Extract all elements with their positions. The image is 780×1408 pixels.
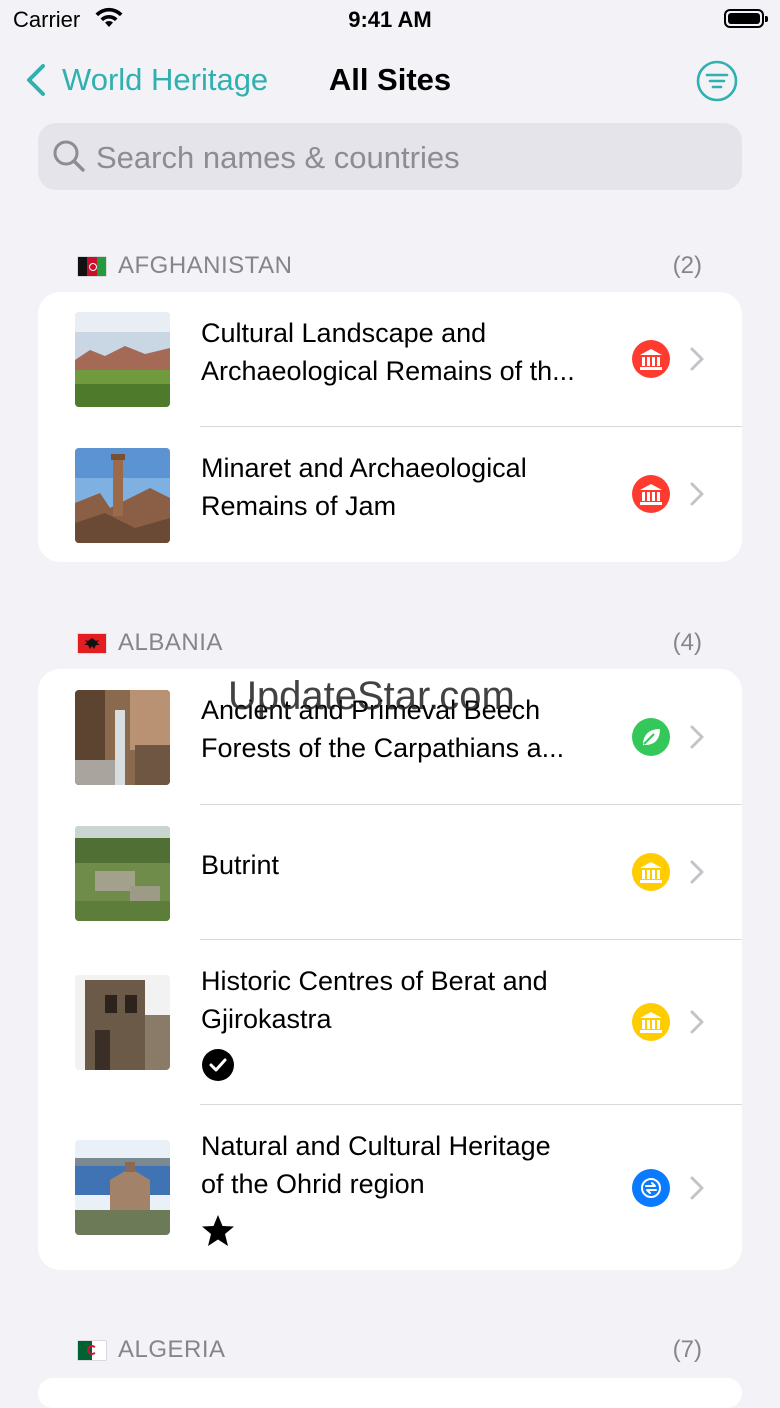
chevron-right-icon <box>690 482 704 506</box>
albania-flag-icon <box>78 633 106 653</box>
section-header-algeria: ALGERIA (7) <box>78 1335 702 1365</box>
section-country-name: ALBANIA <box>118 629 223 656</box>
site-row[interactable]: Natural and Cultural Heritage of the Ohr… <box>38 1105 742 1270</box>
site-row[interactable]: Ancient and Primeval Beech Forests of th… <box>38 669 742 805</box>
site-name: Cultural Landscape and Archaeological Re… <box>201 318 575 386</box>
algeria-flag-icon <box>78 1340 106 1360</box>
cultural-category-icon <box>632 1003 670 1041</box>
site-name: Butrint <box>201 850 280 880</box>
site-thumbnail <box>75 826 170 921</box>
status-bar: Carrier 9:41 AM <box>0 0 780 40</box>
filter-icon[interactable] <box>696 60 738 102</box>
site-name: Ancient and Primeval Beech Forests of th… <box>201 695 565 763</box>
afghanistan-flag-icon <box>78 256 106 276</box>
section-site-count: (7) <box>672 1336 702 1363</box>
battery-icon <box>724 9 768 28</box>
site-thumbnail <box>75 448 170 543</box>
navigation-bar: World Heritage All Sites <box>0 50 780 110</box>
chevron-right-icon <box>690 1176 704 1200</box>
clock: 9:41 AM <box>348 7 432 32</box>
site-row[interactable]: Historic Centres of Berat and Gjirokastr… <box>38 940 742 1105</box>
site-name: Historic Centres of Berat and Gjirokastr… <box>201 966 548 1034</box>
search-icon <box>53 140 85 172</box>
site-thumbnail <box>75 975 170 1070</box>
site-name: Minaret and Archaeological Remains of Ja… <box>201 453 527 521</box>
cultural-category-icon <box>632 853 670 891</box>
chevron-right-icon <box>690 1010 704 1034</box>
site-list-algeria <box>38 1378 742 1408</box>
site-thumbnail <box>75 312 170 407</box>
natural-category-icon <box>632 718 670 756</box>
site-name: Natural and Cultural Heritage of the Ohr… <box>201 1131 551 1199</box>
section-country-name: AFGHANISTAN <box>118 252 293 279</box>
site-list-albania: Ancient and Primeval Beech Forests of th… <box>38 669 742 1270</box>
site-row[interactable]: Cultural Landscape and Archaeological Re… <box>38 292 742 427</box>
star-icon <box>202 1215 234 1246</box>
section-header-albania: ALBANIA (4) <box>78 628 702 658</box>
visited-check-icon <box>202 1049 234 1081</box>
site-row[interactable]: Butrint <box>38 805 742 940</box>
chevron-right-icon <box>690 860 704 884</box>
section-site-count: (4) <box>672 629 702 656</box>
section-header-afghanistan: AFGHANISTAN (2) <box>78 251 702 281</box>
cultural-category-icon <box>632 475 670 513</box>
site-row[interactable]: Minaret and Archaeological Remains of Ja… <box>38 427 742 562</box>
search-input[interactable] <box>94 133 718 182</box>
section-site-count: (2) <box>672 252 702 279</box>
site-list-afghanistan: Cultural Landscape and Archaeological Re… <box>38 292 742 562</box>
page-title: All Sites <box>328 62 452 97</box>
chevron-right-icon <box>690 725 704 749</box>
section-country-name: ALGERIA <box>118 1336 226 1363</box>
mixed-category-icon <box>632 1169 670 1207</box>
site-thumbnail <box>75 690 170 785</box>
site-thumbnail <box>75 1140 170 1235</box>
search-bar <box>38 123 742 190</box>
chevron-right-icon <box>690 347 704 371</box>
cultural-category-icon <box>632 340 670 378</box>
